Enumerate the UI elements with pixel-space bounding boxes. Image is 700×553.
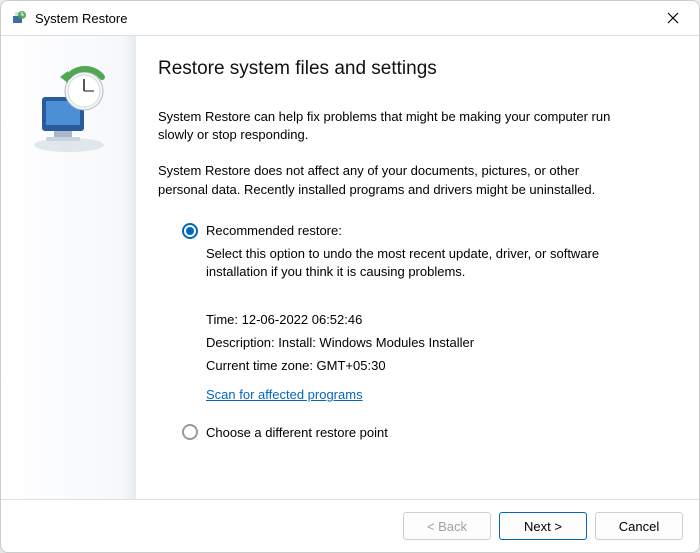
recommended-description: Select this option to undo the most rece… (182, 245, 602, 281)
content-area: Restore system files and settings System… (1, 35, 699, 499)
radio-different-label: Choose a different restore point (206, 425, 388, 440)
wizard-main: Restore system files and settings System… (136, 36, 699, 499)
option-recommended[interactable]: Recommended restore: (182, 223, 671, 239)
next-button[interactable]: Next > (499, 512, 587, 540)
system-restore-window: System Restore (0, 0, 700, 553)
wizard-footer: < Back Next > Cancel (1, 499, 699, 552)
titlebar: System Restore (1, 1, 699, 35)
restore-options: Recommended restore: Select this option … (158, 223, 671, 441)
app-icon (11, 10, 27, 26)
detail-description: Description: Install: Windows Modules In… (206, 332, 671, 355)
detail-timezone: Current time zone: GMT+05:30 (206, 355, 671, 378)
page-heading: Restore system files and settings (158, 58, 671, 80)
window-title: System Restore (35, 11, 651, 26)
scan-affected-programs-link[interactable]: Scan for affected programs (182, 387, 363, 402)
cancel-button[interactable]: Cancel (595, 512, 683, 540)
option-different[interactable]: Choose a different restore point (182, 424, 671, 440)
restore-point-details: Time: 12-06-2022 06:52:46 Description: I… (182, 309, 671, 377)
back-button: < Back (403, 512, 491, 540)
radio-recommended[interactable] (182, 223, 198, 239)
intro-paragraph-1: System Restore can help fix problems tha… (158, 108, 628, 144)
intro-paragraph-2: System Restore does not affect any of yo… (158, 162, 628, 198)
radio-different[interactable] (182, 424, 198, 440)
close-icon (667, 12, 679, 24)
radio-recommended-label: Recommended restore: (206, 223, 342, 238)
wizard-sidebar (1, 36, 136, 499)
detail-time: Time: 12-06-2022 06:52:46 (206, 309, 671, 332)
close-button[interactable] (651, 3, 695, 33)
system-restore-icon (24, 60, 114, 499)
